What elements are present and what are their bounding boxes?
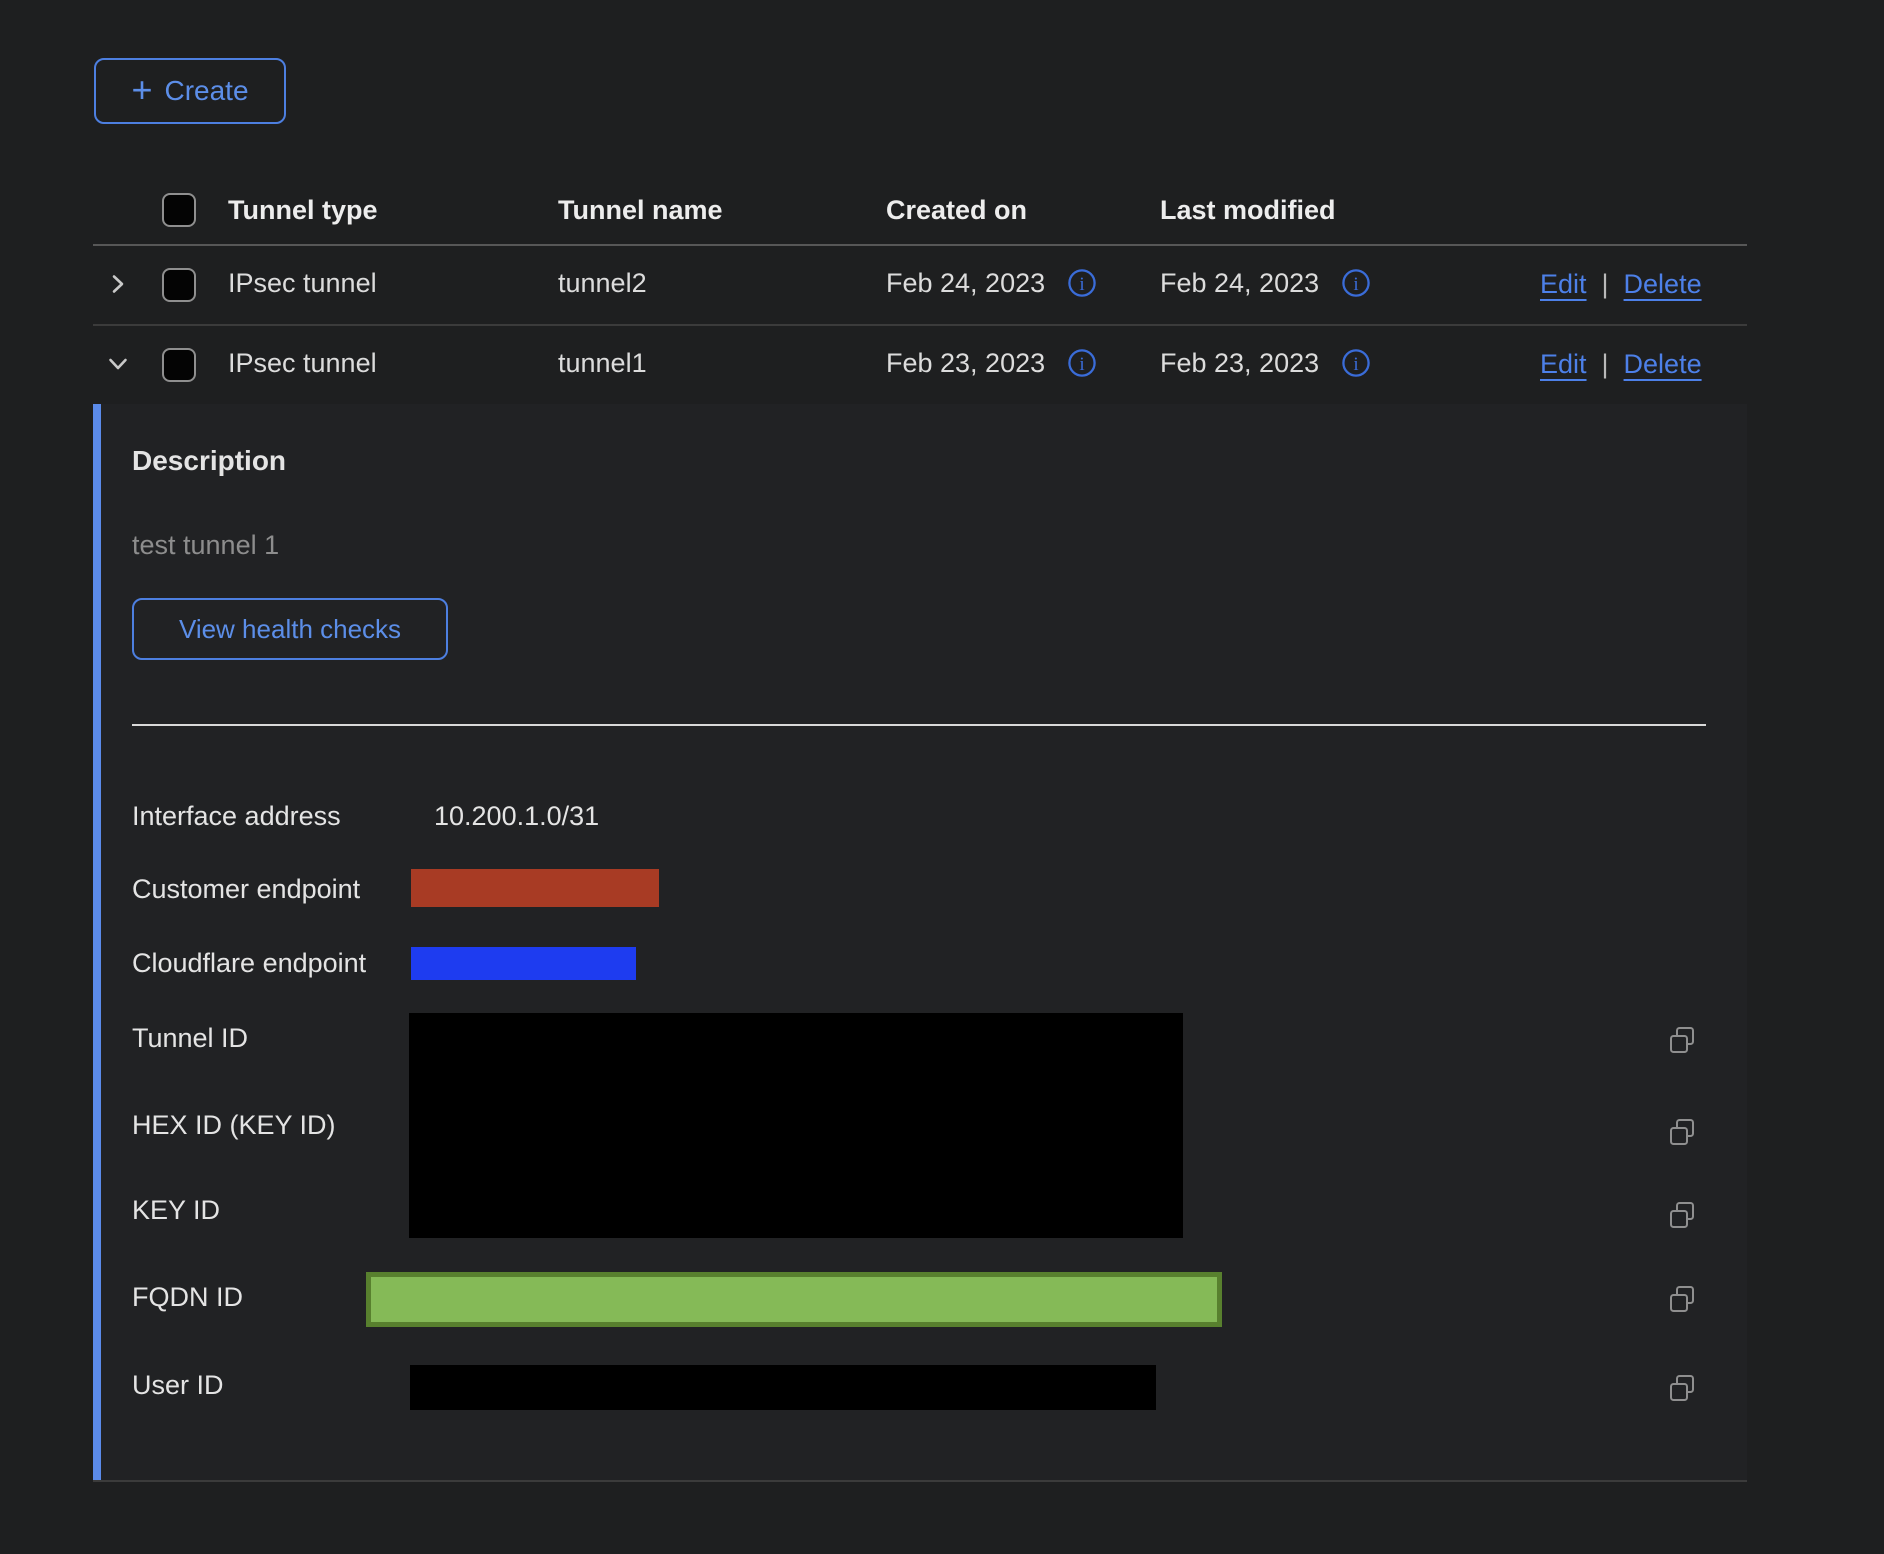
- header-created-on: Created on: [886, 178, 1027, 242]
- created-on-value: Feb 23, 2023: [886, 324, 1045, 402]
- copy-icon[interactable]: [1666, 1116, 1698, 1148]
- row-checkbox[interactable]: [162, 268, 196, 302]
- customer-endpoint-redaction: [411, 869, 659, 907]
- customer-endpoint-label: Customer endpoint: [132, 869, 360, 909]
- cell-tunnel-name: tunnel2: [558, 244, 647, 322]
- view-health-checks-label: View health checks: [179, 614, 401, 645]
- cell-tunnel-type: IPsec tunnel: [228, 244, 377, 322]
- ids-redaction-block: [409, 1013, 1183, 1238]
- select-all-checkbox[interactable]: [162, 193, 196, 227]
- info-icon[interactable]: i: [1067, 268, 1097, 298]
- cell-last-modified: Feb 24, 2023 i: [1160, 244, 1371, 322]
- copy-icon[interactable]: [1666, 1199, 1698, 1231]
- interface-address-value: 10.200.1.0/31: [434, 796, 599, 836]
- row-actions: Edit | Delete: [1540, 324, 1702, 404]
- cell-created-on: Feb 23, 2023 i: [886, 324, 1097, 402]
- copy-icon[interactable]: [1666, 1372, 1698, 1404]
- row-actions: Edit | Delete: [1540, 244, 1702, 324]
- info-icon[interactable]: i: [1067, 348, 1097, 378]
- panel-divider: [132, 724, 1706, 726]
- delete-link[interactable]: Delete: [1624, 349, 1702, 380]
- table-row: IPsec tunnel tunnel1 Feb 23, 2023 i Feb …: [93, 324, 1747, 404]
- edit-link[interactable]: Edit: [1540, 269, 1587, 300]
- key-id-label: KEY ID: [132, 1190, 220, 1230]
- description-value: test tunnel 1: [132, 525, 279, 565]
- svg-text:i: i: [1080, 354, 1085, 375]
- expanded-panel-accent-bar: [93, 404, 101, 1481]
- cloudflare-endpoint-redaction: [411, 947, 636, 980]
- info-icon[interactable]: i: [1341, 268, 1371, 298]
- svg-text:i: i: [1354, 354, 1359, 375]
- action-separator: |: [1602, 269, 1609, 300]
- view-health-checks-button[interactable]: View health checks: [132, 598, 448, 660]
- row-checkbox[interactable]: [162, 348, 196, 382]
- cloudflare-endpoint-label: Cloudflare endpoint: [132, 943, 366, 983]
- chevron-right-icon[interactable]: [105, 271, 131, 297]
- copy-icon[interactable]: [1666, 1024, 1698, 1056]
- tunnel-id-label: Tunnel ID: [132, 1018, 248, 1058]
- created-on-value: Feb 24, 2023: [886, 244, 1045, 322]
- table-header: Tunnel type Tunnel name Created on Last …: [93, 178, 1747, 246]
- header-last-modified: Last modified: [1160, 178, 1336, 242]
- svg-text:i: i: [1354, 274, 1359, 295]
- last-modified-value: Feb 23, 2023: [1160, 324, 1319, 402]
- cell-last-modified: Feb 23, 2023 i: [1160, 324, 1371, 402]
- copy-icon[interactable]: [1666, 1283, 1698, 1315]
- cell-tunnel-name: tunnel1: [558, 324, 647, 402]
- table-row: IPsec tunnel tunnel2 Feb 24, 2023 i Feb …: [93, 244, 1747, 326]
- cell-tunnel-type: IPsec tunnel: [228, 324, 377, 402]
- chevron-down-icon[interactable]: [105, 351, 131, 377]
- fqdn-id-label: FQDN ID: [132, 1277, 243, 1317]
- svg-text:i: i: [1080, 274, 1085, 295]
- header-tunnel-type: Tunnel type: [228, 178, 378, 242]
- edit-link[interactable]: Edit: [1540, 349, 1587, 380]
- tunnels-page: + Create Tunnel type Tunnel name Created…: [0, 0, 1884, 1554]
- user-id-redaction: [410, 1365, 1156, 1410]
- last-modified-value: Feb 24, 2023: [1160, 244, 1319, 322]
- description-label: Description: [132, 441, 286, 481]
- info-icon[interactable]: i: [1341, 348, 1371, 378]
- header-tunnel-name: Tunnel name: [558, 178, 723, 242]
- action-separator: |: [1602, 349, 1609, 380]
- cell-created-on: Feb 24, 2023 i: [886, 244, 1097, 322]
- user-id-label: User ID: [132, 1365, 224, 1405]
- delete-link[interactable]: Delete: [1624, 269, 1702, 300]
- interface-address-label: Interface address: [132, 796, 341, 836]
- create-button-label: Create: [164, 75, 248, 107]
- fqdn-id-redaction: [366, 1272, 1222, 1327]
- create-button[interactable]: + Create: [94, 58, 286, 124]
- expanded-panel-bottom-border: [93, 1480, 1747, 1482]
- hex-id-label: HEX ID (KEY ID): [132, 1105, 336, 1145]
